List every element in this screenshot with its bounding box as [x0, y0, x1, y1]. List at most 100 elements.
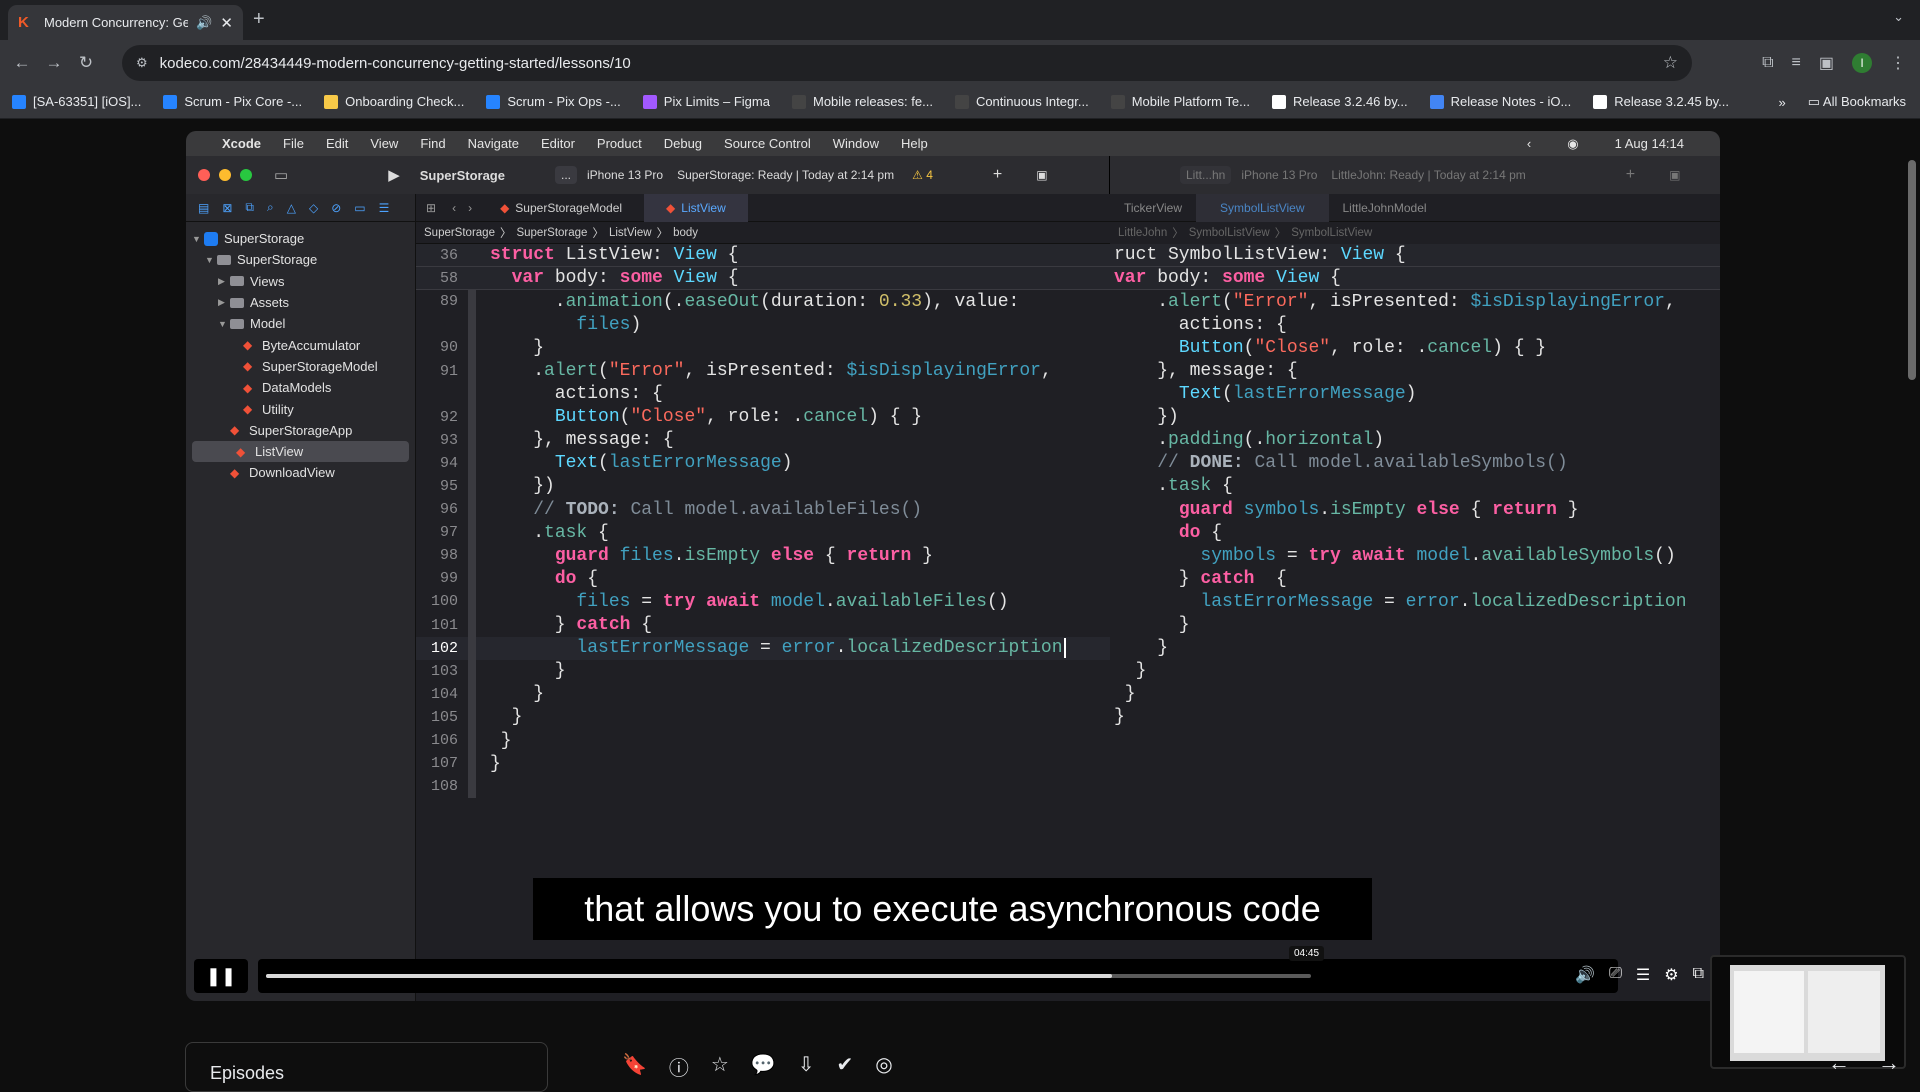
complete-check-icon[interactable]: ✔ [837, 1052, 854, 1081]
code-text: }) [490, 476, 555, 497]
navigator-item: ◆ ByteAccumulator [186, 334, 415, 355]
bookmark-item[interactable]: Mobile Platform Te... [1110, 94, 1250, 109]
close-tab-icon[interactable]: ✕ [220, 14, 233, 32]
code-text: // TODO: Call model.availableFiles() [533, 499, 923, 520]
tab-search-icon[interactable]: ⌄ [1893, 9, 1904, 25]
address-bar[interactable]: ⚙ kodeco.com/28434449-modern-concurrency… [122, 45, 1692, 81]
site-info-icon[interactable]: ⚙ [136, 55, 148, 71]
new-tab-button[interactable]: + [253, 8, 265, 31]
settings-icon[interactable]: ⚙ [1664, 965, 1678, 985]
bookmark-item[interactable]: Mobile releases: fe... [791, 94, 933, 109]
code-line: 95 }) [416, 474, 1110, 499]
run-icon: ▶ [388, 167, 400, 184]
mac-menu-bar: Xcode File Edit View Find Navigate Editor Produ… [186, 131, 1720, 156]
code-line: 105 } [416, 705, 1110, 729]
bookmark-item[interactable]: Scrum - Pix Ops -... [486, 94, 621, 109]
media-controls-icon[interactable]: ≡ [1792, 54, 1801, 72]
bookmark-favicon-icon [486, 94, 501, 109]
pause-button[interactable]: ❚❚ [194, 959, 248, 993]
bookmark-item[interactable]: Pix Limits – Figma [642, 94, 770, 109]
code-line: } [1110, 614, 1720, 637]
browser-tab[interactable]: K Modern Concurrency: Get 🔊 ✕ [8, 5, 243, 40]
sticky-header-line: ruct SymbolListView: View { [1110, 244, 1720, 268]
line-number: 104 [430, 685, 458, 703]
search-icon: ⌕ [266, 200, 274, 214]
navigator-label: Views [250, 273, 285, 289]
reload-icon[interactable]: ↻ [70, 53, 102, 73]
episodes-panel[interactable]: Episodes [185, 1042, 548, 1092]
comment-icon[interactable]: 💬 [751, 1052, 776, 1081]
extensions-icon[interactable]: ⧉ [1762, 54, 1773, 72]
chevron-right-icon: ▶ [218, 297, 225, 308]
line-number: 97 [439, 524, 458, 542]
menu-source-control: Source Control [724, 136, 811, 151]
menu-product: Product [596, 136, 642, 151]
time-tooltip: 04:45 [1289, 946, 1325, 961]
star-icon[interactable]: ☆ [711, 1052, 729, 1081]
back-icon[interactable]: ← [6, 53, 38, 73]
download-icon[interactable]: ⇩ [798, 1052, 815, 1081]
bookmark-item[interactable]: Scrum - Pix Core -... [163, 94, 302, 109]
page-scrollbar[interactable] [1908, 160, 1916, 380]
info-icon[interactable]: ⓘ [669, 1052, 689, 1081]
bookmark-icon[interactable]: 🔖 [622, 1052, 647, 1081]
code-text: actions: { [490, 384, 663, 405]
navigator-label: ByteAccumulator [262, 337, 361, 353]
next-lesson-icon[interactable]: → [1878, 1050, 1900, 1076]
previous-lesson-icon[interactable]: ← [1828, 1050, 1850, 1076]
bookmark-star-icon[interactable]: ☆ [1663, 53, 1678, 73]
code-line: 90 } [416, 336, 1110, 360]
player-controls: ❚❚ 04:45 🔊 ⎚ ☰ ⚙ ⧉ [186, 946, 1720, 1000]
forward-icon[interactable]: → [38, 53, 70, 73]
audio-playing-icon[interactable]: 🔊 [196, 15, 212, 31]
bookmark-item[interactable]: Release Notes - iO... [1429, 94, 1571, 109]
crumb: LittleJohn [1118, 227, 1168, 239]
bookmark-label: Continuous Integr... [975, 94, 1089, 109]
all-bookmarks-label: All Bookmarks [1822, 94, 1906, 109]
bookmark-favicon-icon [324, 94, 339, 109]
side-panel-icon[interactable]: ▣ [1819, 53, 1834, 73]
swift-file-icon: ◆ [243, 338, 253, 353]
bookmark-item[interactable]: Onboarding Check... [324, 94, 464, 109]
code-text: Button("Close", role: .cancel) { } [1178, 337, 1547, 358]
progress-track[interactable] [258, 959, 1618, 993]
transcript-icon[interactable]: ☰ [1636, 965, 1650, 985]
control-icons: 🔊 ⎚ ☰ ⚙ ⧉ [1575, 965, 1704, 985]
profile-avatar[interactable]: I [1852, 52, 1872, 73]
all-bookmarks[interactable]: ▭ All Bookmarks [1808, 94, 1906, 110]
line-number: 103 [430, 662, 458, 680]
gutter [468, 405, 476, 429]
menu-xcode: Xcode [222, 136, 262, 151]
progress-rail[interactable] [266, 974, 1311, 978]
code-line: Text(lastErrorMessage) [1110, 383, 1720, 406]
code-text: guard files.isEmpty else { return } [554, 545, 933, 566]
bookmark-item[interactable]: Release 3.2.46 by... [1271, 94, 1408, 109]
video-player[interactable]: Xcode File Edit View Find Navigate Editor Produ… [186, 131, 1720, 1001]
menu-icon[interactable]: ⋮ [1890, 53, 1906, 73]
more-bookmarks-icon[interactable]: » [1779, 95, 1786, 110]
line-number: 101 [430, 616, 458, 634]
code-text: files) [576, 314, 642, 335]
code-text: Button("Close", role: .cancel) { } [554, 407, 923, 428]
code-text: files = try await model.availableFiles() [576, 591, 1009, 612]
line-number: 102 [430, 639, 458, 657]
bookmark-favicon-icon [1593, 94, 1608, 109]
code-line: 106 } [416, 728, 1110, 753]
bookmark-item[interactable]: Continuous Integr... [954, 94, 1089, 109]
github-icon[interactable]: ◎ [875, 1052, 892, 1081]
volume-icon[interactable]: 🔊 [1575, 965, 1595, 985]
captions-icon[interactable]: ⎚ [1609, 965, 1622, 985]
navigator-label: ListView [255, 444, 304, 460]
navigator-label: SuperStorageModel [262, 358, 378, 374]
xcode-toolbar: ▭ ▶ SuperStorage ... iPhone 13 Pro Super… [186, 156, 1109, 194]
build-status: SuperStorage: Ready | Today at 2:14 pm [677, 168, 895, 182]
navigator-item: ◆ SuperStorageModel [186, 356, 415, 377]
gutter [468, 313, 476, 337]
picture-in-picture-icon[interactable]: ⧉ [1693, 965, 1704, 985]
code-line: 102 lastErrorMessage = error.localizedDe… [416, 636, 1110, 660]
code-line: .padding(.horizontal) [1110, 429, 1720, 452]
bookmark-item[interactable]: Release 3.2.45 by... [1593, 94, 1729, 109]
bookmark-item[interactable]: [SA-63351] [iOS]... [12, 94, 141, 109]
line-number: 92 [439, 408, 458, 426]
code-line: lastErrorMessage = error.localizedDescri… [1110, 590, 1720, 613]
